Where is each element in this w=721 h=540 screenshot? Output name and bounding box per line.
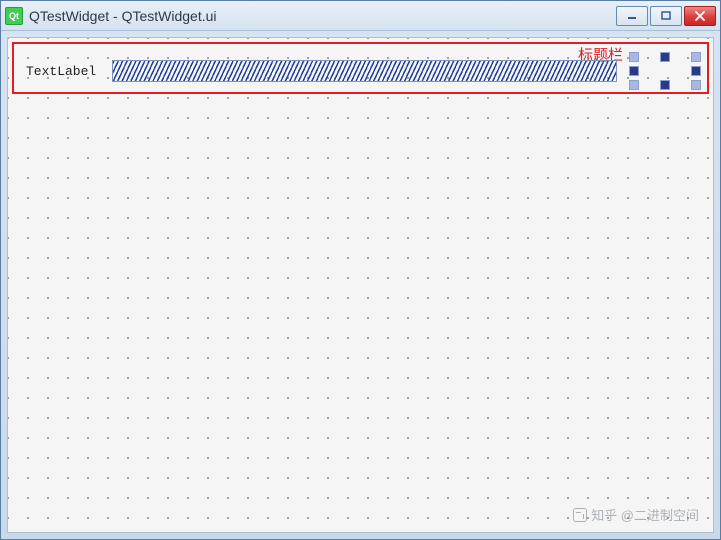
resize-handle-top-center[interactable] — [660, 52, 670, 62]
close-button[interactable] — [684, 6, 716, 26]
window-titlebar[interactable]: Qt QTestWidget - QTestWidget.ui — [1, 1, 720, 31]
zhihu-icon — [573, 508, 587, 522]
qlabel-widget[interactable]: TextLabel — [26, 64, 96, 79]
application-window: Qt QTestWidget - QTestWidget.ui 标题栏 Text… — [0, 0, 721, 540]
window-title: QTestWidget - QTestWidget.ui — [29, 8, 616, 24]
resize-handle-middle-left[interactable] — [629, 66, 639, 76]
selection-handles — [629, 52, 701, 90]
resize-handle-bottom-center[interactable] — [660, 80, 670, 90]
resize-handle-middle-right[interactable] — [691, 66, 701, 76]
minimize-button[interactable] — [616, 6, 648, 26]
layout-placeholder-widget[interactable] — [112, 60, 617, 82]
designer-canvas[interactable]: 标题栏 TextLabel 知乎 @二进制空间 — [7, 37, 714, 533]
resize-handle-top-left[interactable] — [629, 52, 639, 62]
resize-handle-bottom-left[interactable] — [629, 80, 639, 90]
window-controls — [616, 6, 716, 26]
watermark-text: 知乎 @二进制空间 — [591, 505, 699, 524]
watermark: 知乎 @二进制空间 — [573, 505, 699, 524]
qt-logo-icon: Qt — [5, 7, 23, 25]
maximize-button[interactable] — [650, 6, 682, 26]
resize-handle-top-right[interactable] — [691, 52, 701, 62]
resize-handle-bottom-right[interactable] — [691, 80, 701, 90]
